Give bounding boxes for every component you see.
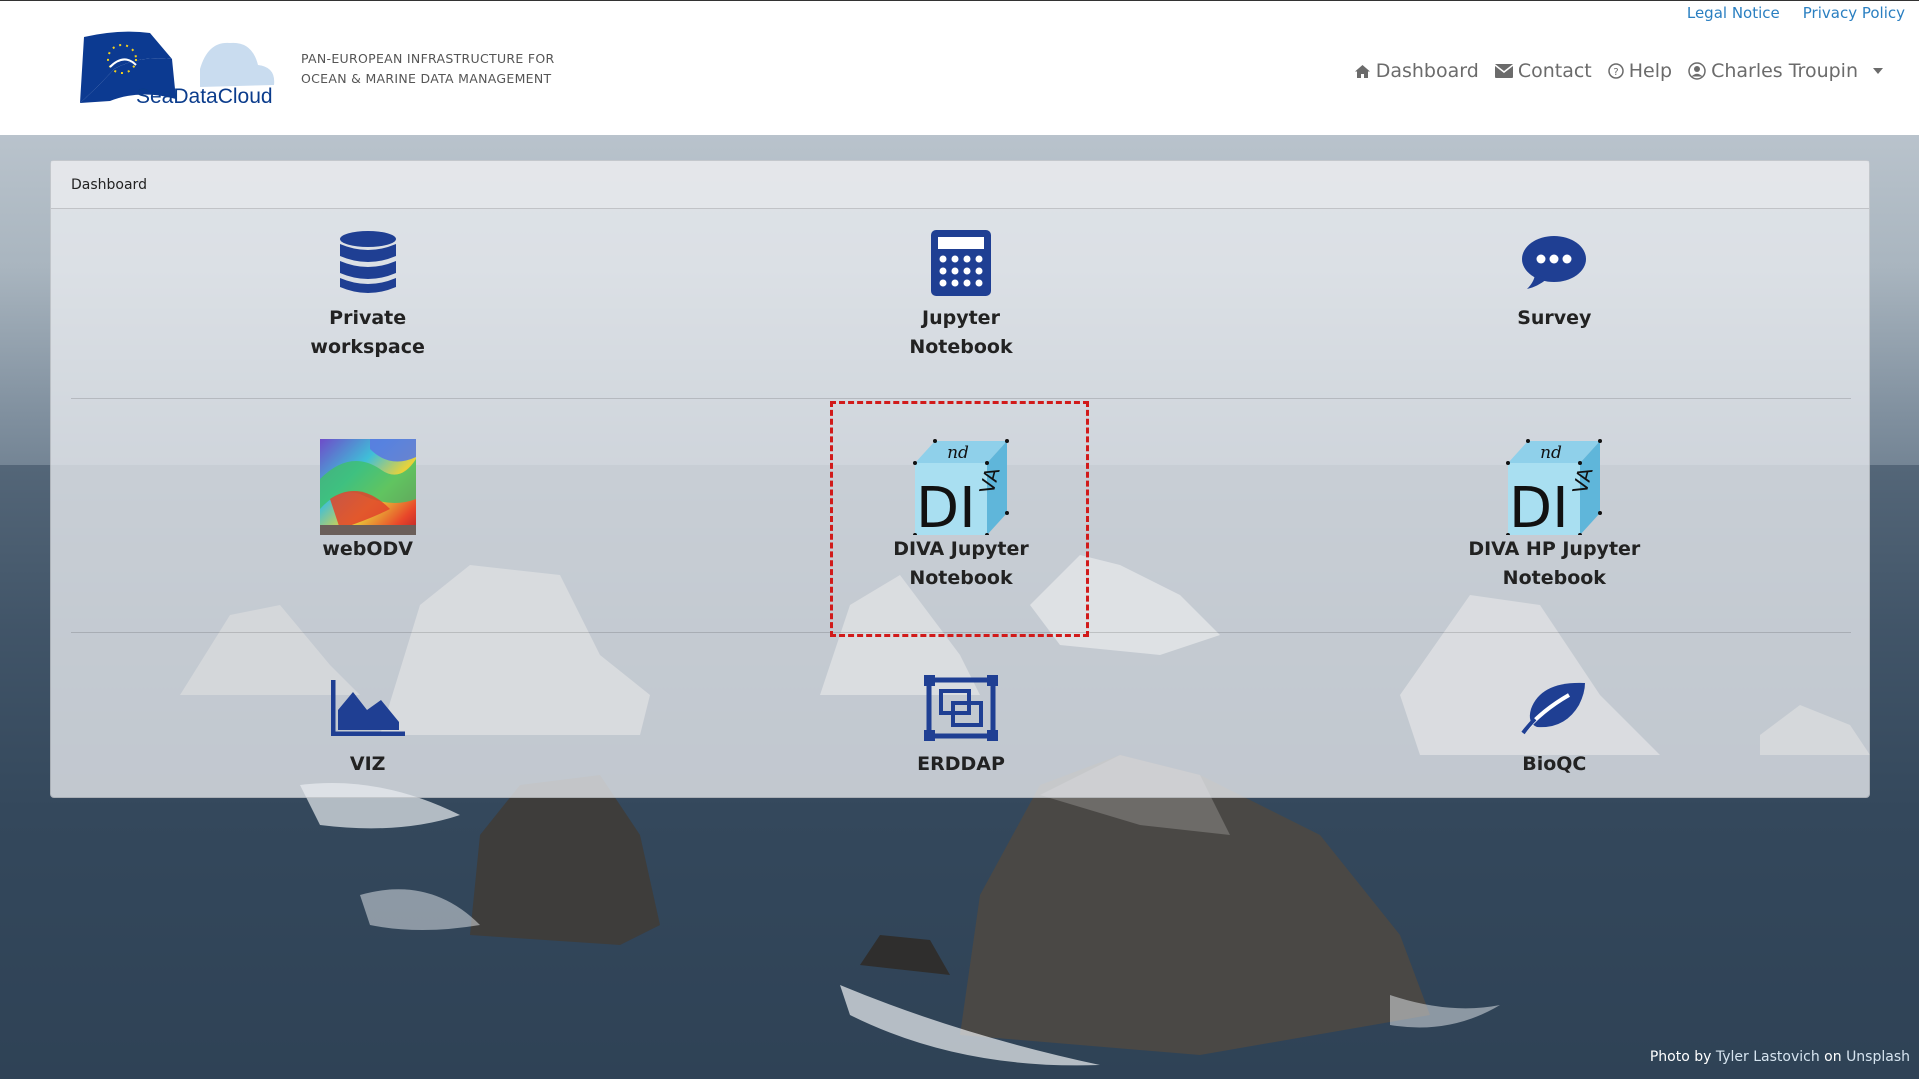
user-name: Charles Troupin	[1711, 60, 1858, 82]
svg-text:nd: nd	[1540, 443, 1562, 463]
tile-label: Survey	[1517, 307, 1592, 329]
tile-viz[interactable]: VIZ	[71, 633, 664, 799]
tagline-line1: PAN-EUROPEAN INFRASTRUCTURE FOR	[301, 51, 555, 66]
credit-on: on	[1824, 1049, 1842, 1065]
nav-help-label: Help	[1628, 60, 1673, 82]
webodv-thumbnail	[319, 439, 416, 535]
comment-dots-icon	[1506, 228, 1602, 298]
database-icon	[320, 228, 416, 298]
nav-contact-label: Contact	[1517, 60, 1592, 82]
calculator-icon	[913, 228, 1009, 298]
tile-label: BioQC	[1522, 753, 1587, 775]
legal-notice-link[interactable]: Legal Notice	[1687, 4, 1780, 22]
tile-label: VIZ	[349, 753, 386, 775]
svg-text:DI: DI	[1509, 476, 1569, 535]
tagline: PAN-EUROPEAN INFRASTRUCTURE FOR OCEAN & …	[301, 49, 561, 89]
tile-row: webODV nd DI VA DIVA Jupyter Notebook nd…	[71, 399, 1851, 633]
tile-diva-jupyter-notebook[interactable]: nd DI VA DIVA Jupyter Notebook	[664, 399, 1257, 632]
photo-credit: Photo by Tyler Lastovich on Unsplash	[1650, 1049, 1910, 1065]
leaf-icon	[1506, 674, 1602, 742]
tile-label: ERDDAP	[917, 753, 1005, 775]
tile-label: webODV	[322, 538, 413, 560]
envelope-icon	[1494, 64, 1513, 78]
svg-text:DI: DI	[916, 476, 976, 535]
nav-dashboard[interactable]: Dashboard	[1354, 60, 1479, 82]
nav-contact[interactable]: Contact	[1494, 60, 1592, 82]
tile-jupyter-notebook[interactable]: Jupyter Notebook	[664, 209, 1257, 398]
diva-cube-icon: nd DI VA	[1506, 439, 1603, 535]
nav-dashboard-label: Dashboard	[1375, 60, 1479, 82]
tile-webodv[interactable]: webODV	[71, 399, 664, 632]
tile-private-workspace[interactable]: Private workspace	[71, 209, 664, 398]
tile-label: Jupyter Notebook	[909, 307, 1013, 358]
unsplash-link[interactable]: Unsplash	[1846, 1049, 1910, 1065]
tile-row: VIZ ERDDAP BioQC	[71, 633, 1851, 799]
tile-label: DIVA Jupyter Notebook	[893, 538, 1029, 589]
tagline-line2: OCEAN & MARINE DATA MANAGEMENT	[301, 71, 552, 86]
credit-prefix: Photo by	[1649, 1049, 1712, 1065]
tile-label: DIVA HP Jupyter Notebook	[1468, 538, 1641, 589]
tile-bioqc[interactable]: BioQC	[1258, 633, 1851, 799]
home-icon	[1354, 64, 1370, 78]
top-links: Legal Notice Privacy Policy	[1687, 4, 1905, 22]
logo-text: SeaDataCloud	[136, 85, 273, 108]
tile-erddap[interactable]: ERDDAP	[664, 633, 1257, 799]
tile-diva-hp-jupyter-notebook[interactable]: nd DI VA DIVA HP Jupyter Notebook	[1258, 399, 1851, 632]
user-menu[interactable]: Charles Troupin	[1688, 60, 1883, 82]
diva-cube-icon: nd DI VA	[912, 439, 1009, 535]
user-circle-icon	[1688, 62, 1706, 80]
card-title: Dashboard	[51, 161, 1869, 209]
area-chart-icon	[320, 674, 416, 742]
tile-survey[interactable]: Survey	[1258, 209, 1851, 398]
chevron-down-icon	[1873, 68, 1883, 74]
site-header: SeaDataCloud PAN-EUROPEAN INFRASTRUCTURE…	[0, 0, 1919, 135]
nav-help[interactable]: ? Help	[1607, 60, 1673, 82]
svg-text:nd: nd	[947, 443, 969, 463]
photographer-link[interactable]: Tyler Lastovich	[1716, 1049, 1820, 1065]
privacy-policy-link[interactable]: Privacy Policy	[1803, 4, 1905, 22]
svg-text:?: ?	[1613, 67, 1618, 78]
erddap-icon	[913, 674, 1009, 742]
question-circle-icon: ?	[1607, 63, 1624, 79]
tile-row: Private workspace Jupyter Notebook Surve…	[71, 209, 1851, 399]
dashboard-card: Dashboard Private workspace Jupyter Note…	[50, 160, 1870, 798]
tile-label: Private workspace	[310, 307, 425, 358]
main-nav: Dashboard Contact ? Help Charles Troupin	[1354, 60, 1883, 82]
